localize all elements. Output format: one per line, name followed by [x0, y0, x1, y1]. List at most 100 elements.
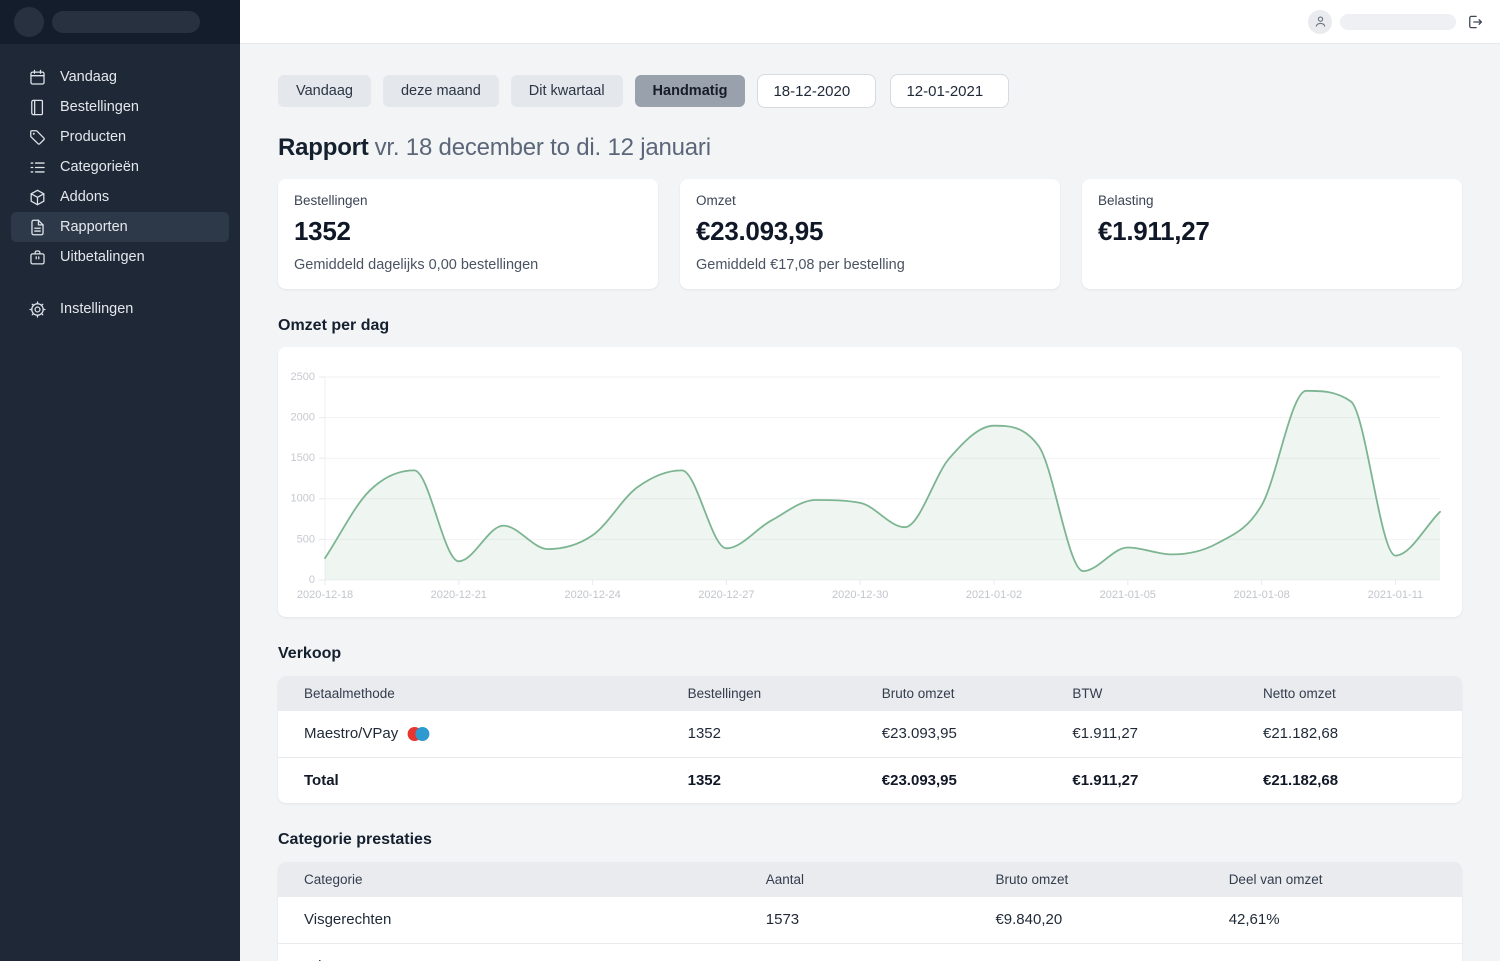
svg-text:2020-12-30: 2020-12-30 [832, 589, 888, 601]
table-cell: €23.093,95 [856, 711, 1047, 757]
user-avatar-button[interactable] [1308, 10, 1332, 34]
gear-icon [28, 300, 47, 319]
table-cell: €4.642,60 [969, 943, 1202, 961]
verkoop-table: BetaalmethodeBestellingenBruto omzetBTWN… [278, 676, 1462, 803]
stat-card-bestellingen: Bestellingen 1352 Gemiddeld dagelijks 0,… [278, 179, 658, 289]
total-cell: Total [278, 757, 662, 803]
revenue-chart-card: 050010001500200025002020-12-182020-12-21… [278, 347, 1462, 617]
sidebar-item-categorieen[interactable]: Categorieën [11, 152, 229, 182]
date-filter-row: Vandaag deze maand Dit kwartaal Handmati… [278, 74, 1462, 108]
sidebar-item-label: Vandaag [60, 69, 117, 85]
table-cell: 20,10% [1203, 943, 1462, 961]
stat-value: 1352 [294, 216, 642, 247]
report-page: Vandaag deze maand Dit kwartaal Handmati… [240, 44, 1500, 961]
column-header: Bestellingen [662, 676, 856, 711]
sidebar-item-addons[interactable]: Addons [11, 182, 229, 212]
briefcase-icon [28, 248, 47, 267]
stat-value: €1.911,27 [1098, 216, 1446, 247]
table-cell: 1352 [662, 711, 856, 757]
categorie-section-title: Categorie prestaties [278, 831, 1462, 849]
sidebar-item-rapporten[interactable]: Rapporten [11, 212, 229, 242]
document-icon [28, 218, 47, 237]
categorie-table-card: CategorieAantalBruto omzetDeel van omzet… [278, 862, 1462, 961]
topbar [240, 0, 1500, 44]
table-header-row: CategorieAantalBruto omzetDeel van omzet [278, 862, 1462, 897]
table-cell: 42,61% [1203, 897, 1462, 943]
svg-text:2021-01-05: 2021-01-05 [1100, 589, 1156, 601]
stat-note: Gemiddeld dagelijks 0,00 bestellingen [294, 257, 642, 273]
table-cell: Friet [278, 943, 740, 961]
stat-label: Omzet [696, 193, 1044, 208]
column-header: Betaalmethode [278, 676, 662, 711]
filter-dit-kwartaal-button[interactable]: Dit kwartaal [511, 75, 623, 107]
sidebar-item-label: Uitbetalingen [60, 249, 145, 265]
sidebar-item-uitbetalingen[interactable]: Uitbetalingen [11, 242, 229, 272]
column-header: Netto omzet [1237, 676, 1462, 711]
categorie-table: CategorieAantalBruto omzetDeel van omzet… [278, 862, 1462, 961]
date-to-input[interactable] [890, 74, 1009, 108]
table-cell: €9.840,20 [969, 897, 1202, 943]
column-header: Aantal [740, 862, 970, 897]
svg-text:2021-01-11: 2021-01-11 [1368, 589, 1423, 601]
payment-method-cell: Maestro/VPay [304, 725, 652, 742]
verkoop-section-title: Verkoop [278, 645, 1462, 663]
user-name-placeholder [1340, 14, 1456, 30]
svg-text:0: 0 [309, 574, 315, 586]
date-from-input[interactable] [757, 74, 876, 108]
table-cell: 1573 [740, 897, 970, 943]
sidebar-item-label: Addons [60, 189, 109, 205]
svg-text:1500: 1500 [291, 452, 315, 464]
stat-value: €23.093,95 [696, 216, 1044, 247]
total-cell: €23.093,95 [856, 757, 1047, 803]
column-header: Deel van omzet [1203, 862, 1462, 897]
sidebar-item-label: Bestellingen [60, 99, 139, 115]
verkoop-table-card: BetaalmethodeBestellingenBruto omzetBTWN… [278, 676, 1462, 803]
svg-text:1000: 1000 [291, 493, 315, 505]
logout-icon [1466, 13, 1484, 31]
stat-label: Belasting [1098, 193, 1446, 208]
logo-placeholder [14, 7, 44, 37]
filter-handmatig-button[interactable]: Handmatig [635, 75, 746, 107]
sidebar-header [0, 0, 240, 44]
tag-icon [28, 128, 47, 147]
calendar-icon [28, 68, 47, 87]
total-cell: 1352 [662, 757, 856, 803]
sidebar-item-vandaag[interactable]: Vandaag [11, 62, 229, 92]
total-cell: €21.182,68 [1237, 757, 1462, 803]
table-cell: €1.911,27 [1046, 711, 1237, 757]
maestro-vpay-icon [407, 726, 430, 742]
stat-cards: Bestellingen 1352 Gemiddeld dagelijks 0,… [278, 179, 1462, 289]
total-cell: €1.911,27 [1046, 757, 1237, 803]
sidebar-item-bestellingen[interactable]: Bestellingen [11, 92, 229, 122]
sidebar: Vandaag Bestellingen Producten Categorie… [0, 0, 240, 961]
svg-text:2020-12-27: 2020-12-27 [698, 589, 754, 601]
sidebar-item-label: Categorieën [60, 159, 139, 175]
svg-text:2020-12-24: 2020-12-24 [564, 589, 620, 601]
report-title: Rapport [278, 134, 369, 161]
filter-vandaag-button[interactable]: Vandaag [278, 75, 371, 107]
page-title: Rapportvr. 18 december to di. 12 januari [278, 134, 1462, 162]
stat-card-belasting: Belasting €1.911,27 [1082, 179, 1462, 289]
app-window: Vandaag Bestellingen Producten Categorie… [0, 0, 1500, 961]
table-row: Visgerechten1573€9.840,2042,61% [278, 897, 1462, 943]
svg-text:2021-01-02: 2021-01-02 [966, 589, 1022, 601]
brand-name-placeholder [52, 11, 200, 33]
sidebar-item-producten[interactable]: Producten [11, 122, 229, 152]
filter-deze-maand-button[interactable]: deze maand [383, 75, 499, 107]
sidebar-nav: Vandaag Bestellingen Producten Categorie… [0, 44, 240, 324]
main-area: Vandaag deze maand Dit kwartaal Handmati… [240, 0, 1500, 961]
logout-button[interactable] [1464, 11, 1486, 33]
stat-card-omzet: Omzet €23.093,95 Gemiddeld €17,08 per be… [680, 179, 1060, 289]
column-header: BTW [1046, 676, 1237, 711]
report-date-range: vr. 18 december to di. 12 januari [375, 134, 711, 161]
table-total-row: Total1352€23.093,95€1.911,27€21.182,68 [278, 757, 1462, 803]
table-cell: €21.182,68 [1237, 711, 1462, 757]
sidebar-item-instellingen[interactable]: Instellingen [11, 294, 229, 324]
svg-text:2500: 2500 [291, 371, 315, 383]
svg-text:2000: 2000 [291, 412, 315, 424]
svg-text:2020-12-18: 2020-12-18 [297, 589, 353, 601]
svg-text:2021-01-08: 2021-01-08 [1233, 589, 1289, 601]
sidebar-item-label: Instellingen [60, 301, 133, 317]
stat-label: Bestellingen [294, 193, 642, 208]
list-icon [28, 158, 47, 177]
